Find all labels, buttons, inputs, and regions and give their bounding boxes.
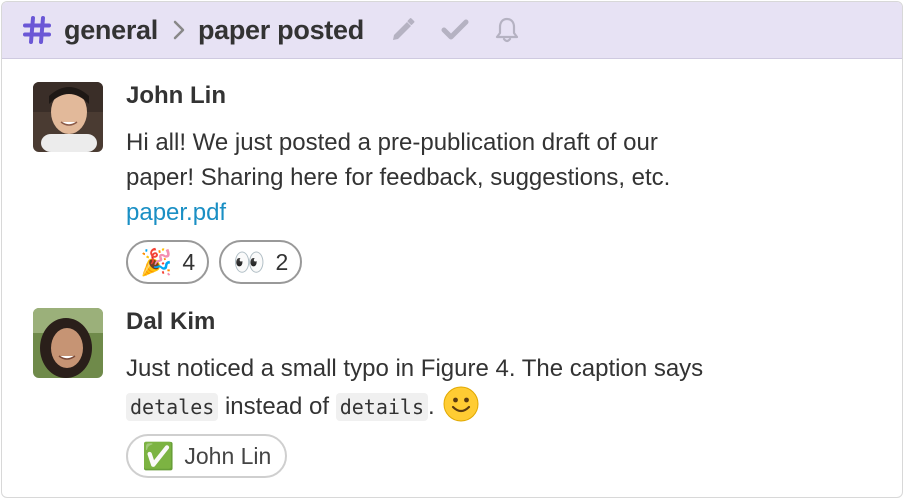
party-popper-icon: 🎉: [140, 247, 173, 277]
channel-name[interactable]: general: [64, 15, 158, 46]
reaction-count: 4: [182, 248, 196, 275]
reaction-eyes[interactable]: 👀 2: [219, 240, 303, 284]
topic-name[interactable]: paper posted: [198, 15, 364, 46]
hash-icon: [20, 13, 54, 47]
reaction-checkmark[interactable]: ✅ John Lin: [126, 434, 288, 478]
reaction-user: John Lin: [184, 442, 272, 469]
eyes-icon: 👀: [233, 247, 266, 277]
inline-code: detales: [126, 393, 219, 421]
message-text: instead of: [218, 393, 336, 420]
sender-name[interactable]: John Lin: [126, 82, 226, 110]
chevron-right-icon: [166, 15, 192, 45]
reaction-count: 2: [275, 248, 289, 275]
check-box-icon: ✅: [142, 441, 175, 471]
sender-name[interactable]: Dal Kim: [126, 308, 215, 336]
inline-code: details: [335, 393, 429, 421]
reaction-bar: 🎉 4 👀 2: [126, 240, 303, 284]
reaction-bar: ✅ John Lin: [126, 434, 288, 478]
avatar[interactable]: [33, 82, 103, 152]
thread-window: general paper posted John Lin Hi all! We…: [1, 1, 903, 498]
bell-icon[interactable]: [490, 13, 524, 47]
message-line: detales instead of details.: [126, 386, 786, 425]
message-text: .: [428, 393, 435, 420]
pencil-icon[interactable]: [386, 13, 420, 47]
message-line: Just noticed a small typo in Figure 4. T…: [126, 355, 704, 382]
message-body: Hi all! We just posted a pre-publication…: [126, 125, 786, 230]
checkmark-icon[interactable]: [438, 13, 472, 47]
smiley-icon: [443, 386, 479, 422]
message-line: paper! Sharing here for feedback, sugges…: [126, 164, 671, 191]
channel-header: general paper posted: [2, 2, 902, 59]
message-line: Hi all! We just posted a pre-publication…: [126, 129, 658, 156]
avatar[interactable]: [33, 308, 103, 378]
attachment-link[interactable]: paper.pdf: [126, 199, 226, 226]
reaction-party[interactable]: 🎉 4: [126, 240, 210, 284]
message-body: Just noticed a small typo in Figure 4. T…: [126, 351, 786, 425]
